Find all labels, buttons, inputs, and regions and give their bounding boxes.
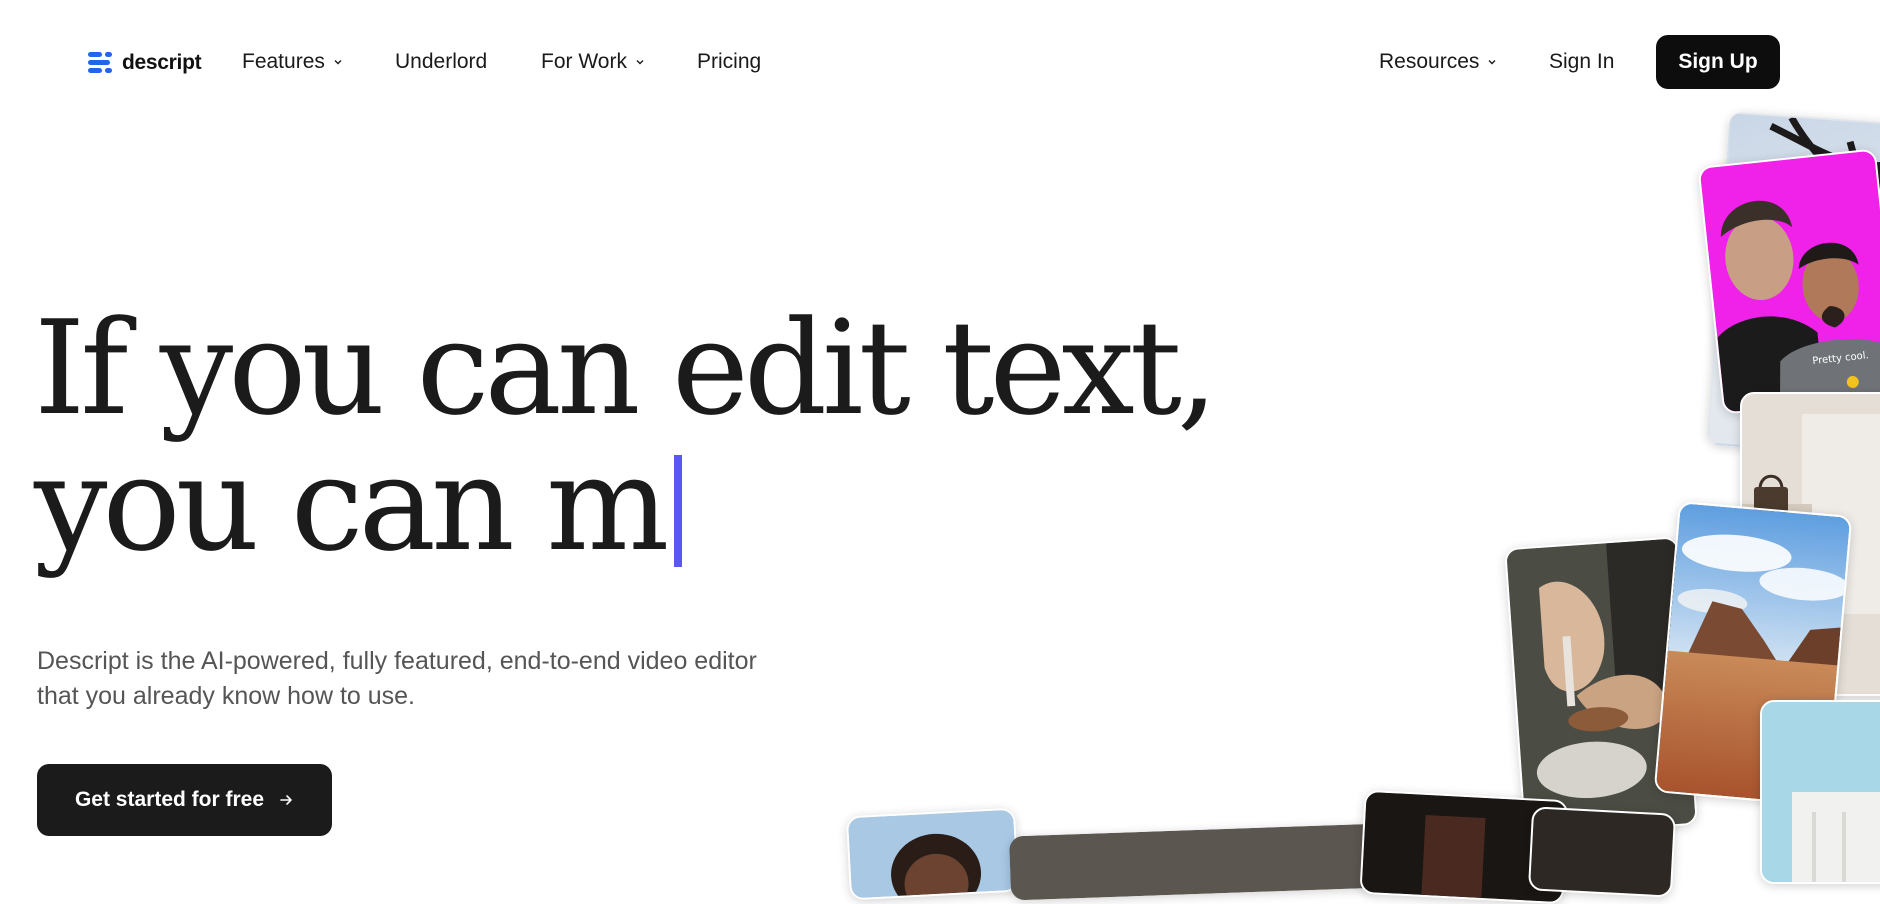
video-thumbnail-studio[interactable] [1008, 823, 1386, 901]
nav-features-dropdown[interactable]: Features [242, 48, 343, 76]
nav-resources-dropdown[interactable]: Resources [1379, 48, 1497, 76]
nav-features-label: Features [242, 50, 325, 73]
descript-logo[interactable]: descript [88, 46, 202, 80]
nav-pricing-label: Pricing [697, 50, 762, 73]
headline-line-2: you can m [34, 436, 1134, 572]
two-people-image: Pretty cool. [1699, 150, 1880, 413]
hero-headline: If you can edit text, you can m [34, 292, 1218, 572]
video-thumbnail-room[interactable] [1527, 806, 1677, 898]
descript-logo-icon [88, 50, 114, 76]
hero-subtext: Descript is the AI-powered, fully featur… [37, 644, 857, 714]
brand-name: descript [122, 51, 202, 74]
get-started-label: Get started for free [74, 788, 265, 811]
nav-for-work-dropdown[interactable]: For Work [541, 48, 645, 76]
window-image [1762, 702, 1880, 882]
portrait-image [848, 809, 1017, 901]
headline-line-1: If you can edit text, [34, 292, 1218, 444]
get-started-button[interactable]: Get started for free [37, 764, 332, 836]
chevron-down-icon [1488, 60, 1496, 65]
hero-subtext-line-1: Descript is the AI-powered, fully featur… [37, 647, 757, 675]
video-thumbnail-portrait[interactable] [845, 807, 1020, 901]
hero-subtext-line-2: that you already know how to use. [37, 682, 416, 710]
nav-underlord-label: Underlord [395, 50, 488, 73]
arrow-right-icon [280, 795, 292, 805]
sign-in-link[interactable]: Sign In [1549, 48, 1614, 76]
top-navigation: descript Features Underlord For Work Pri… [0, 0, 1880, 124]
video-thumbnail-pretty-cool[interactable]: Pretty cool. [1697, 148, 1880, 415]
nav-for-work-label: For Work [541, 50, 627, 73]
sign-up-button[interactable]: Sign Up [1656, 35, 1780, 89]
typing-caret [674, 455, 683, 567]
sign-in-label: Sign In [1549, 50, 1615, 73]
nav-resources-label: Resources [1379, 50, 1480, 73]
chevron-down-icon [334, 60, 342, 65]
video-thumbnail-window[interactable] [1760, 700, 1880, 884]
nav-pricing-link[interactable]: Pricing [697, 48, 761, 76]
headline-line-2-text: you can m [34, 428, 669, 580]
nav-underlord-link[interactable]: Underlord [395, 48, 487, 76]
chevron-down-icon [636, 60, 644, 65]
